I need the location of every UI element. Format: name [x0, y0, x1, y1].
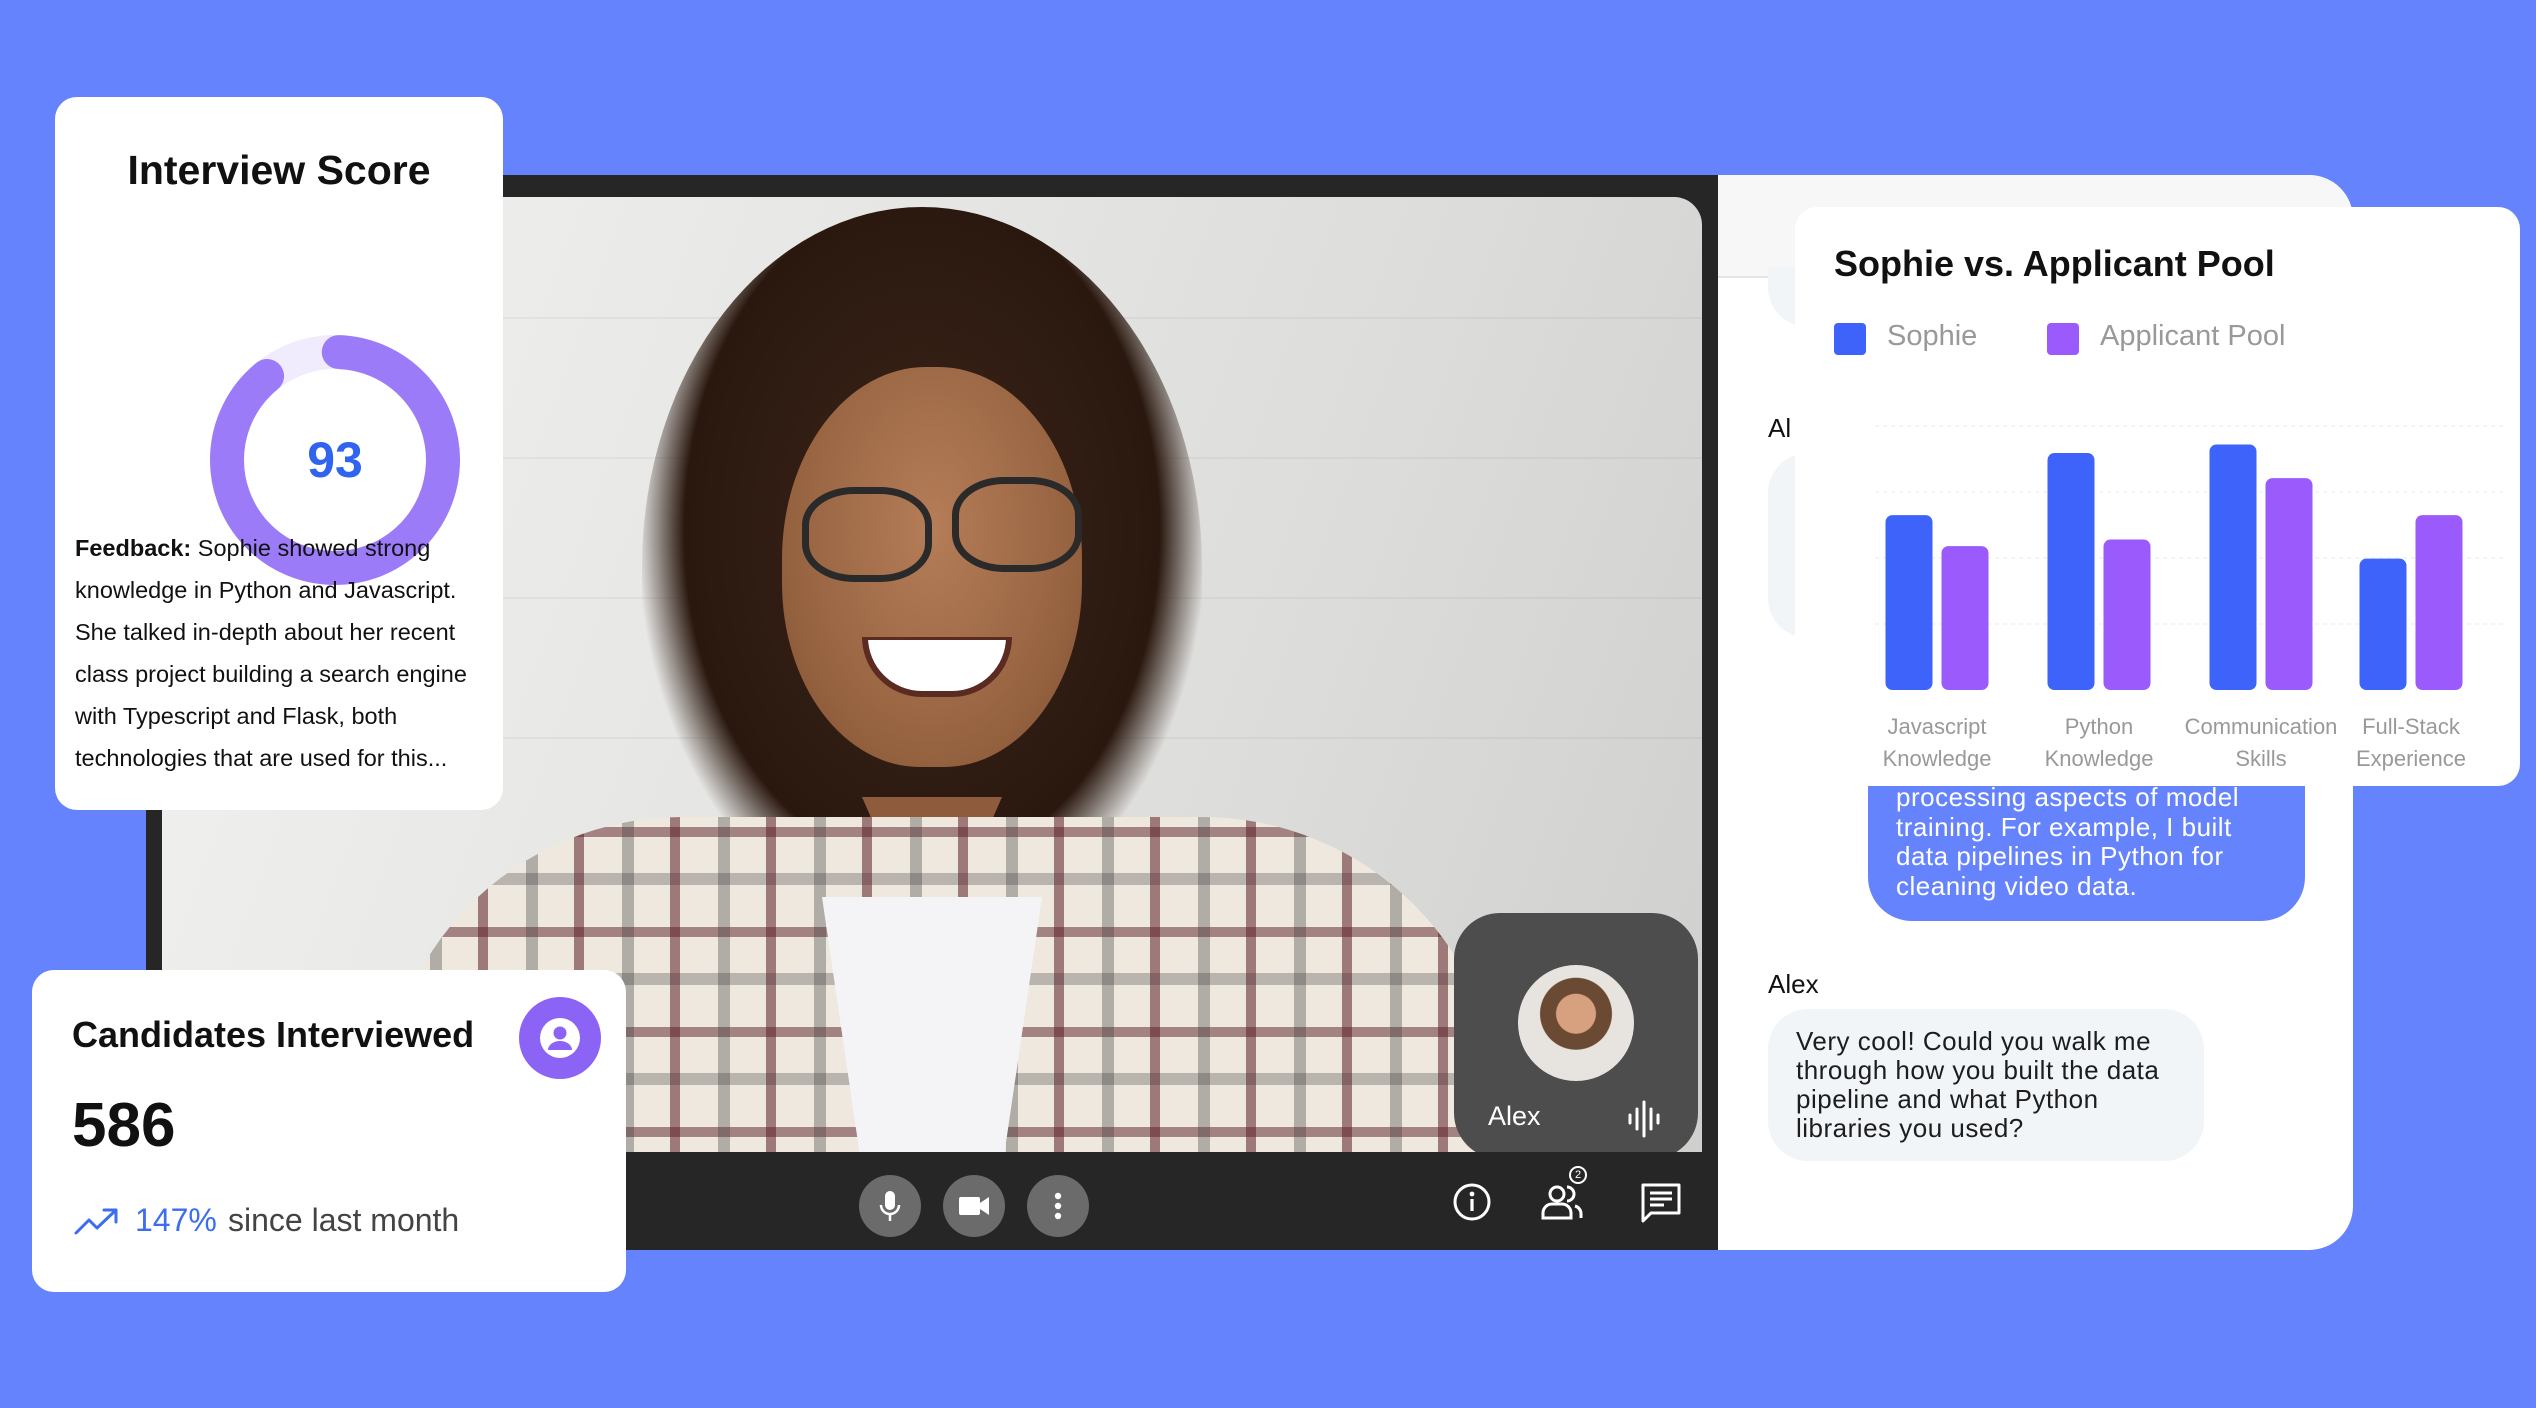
message-line: libraries you used? [1796, 1113, 2024, 1143]
category-label: Javascript [1887, 714, 1986, 739]
category-label: Knowledge [2045, 746, 2154, 771]
interview-score-card: Interview Score 93 Feedback: Sophie show… [55, 97, 503, 810]
glasses-left-lens [802, 487, 932, 582]
message-line: processing aspects of model [1896, 782, 2240, 812]
category-label: Communication [2185, 714, 2338, 739]
category-label: Python [2065, 714, 2134, 739]
message-line: Very cool! Could you walk me [1796, 1026, 2152, 1056]
message-line: through how you built the data [1796, 1055, 2160, 1085]
bar-sophie-0 [1885, 515, 1933, 690]
category-label: Full-Stack [2362, 714, 2461, 739]
video-camera-icon [959, 1197, 989, 1215]
bar-applicant-pool-3 [2415, 515, 2463, 690]
category-label: Knowledge [1883, 746, 1992, 771]
interviewer-name: Alex [1768, 969, 1819, 999]
user-circle-icon [519, 997, 601, 1079]
message-line: training. For example, I built [1896, 811, 2232, 842]
score-card-title: Interview Score [127, 147, 431, 193]
participants-count-badge: 2 [1569, 1166, 1587, 1184]
self-view-tile[interactable]: Alex [1454, 913, 1698, 1152]
bar-applicant-pool-2 [2265, 478, 2313, 690]
candidates-title: Candidates Interviewed [72, 1014, 475, 1055]
audio-wave-icon [1628, 1100, 1660, 1138]
change-label: since last month [228, 1202, 460, 1238]
bar-applicant-pool-0 [1941, 546, 1989, 690]
camera-button[interactable] [943, 1175, 1005, 1237]
change-percent: 147% [135, 1202, 217, 1238]
category-label: Experience [2356, 746, 2466, 771]
candidate-undershirt [822, 897, 1042, 1152]
interviewer-message-bubble: Very cool! Could you walk me through how… [1768, 1009, 2204, 1161]
bar-applicant-pool-1 [2103, 539, 2151, 690]
candidates-count: 586 [72, 1091, 176, 1160]
speaker-name: Al [1768, 413, 1792, 443]
feedback-body: Sophie showed strong knowledge in Python… [75, 535, 467, 771]
info-icon[interactable] [1452, 1182, 1492, 1222]
comparison-chart-card: Sophie vs. Applicant Pool Sophie Applica… [1795, 207, 2520, 786]
mute-button[interactable] [859, 1175, 921, 1237]
people-icon[interactable] [1540, 1182, 1586, 1222]
bar-sophie-3 [2359, 558, 2407, 690]
chat-icon[interactable] [1640, 1182, 1682, 1224]
category-label: Skills [2235, 746, 2286, 771]
bar-sophie-2 [2209, 444, 2257, 690]
more-options-button[interactable] [1027, 1175, 1089, 1237]
bar-chart: Javascript Knowledge Python Knowledge Commun… [1875, 425, 2505, 771]
glasses-right-lens [952, 477, 1082, 572]
message-line: data pipelines in Python for [1896, 841, 2224, 871]
message-line: pipeline and what Python [1796, 1084, 2099, 1114]
self-view-name: Alex [1488, 1101, 1541, 1131]
trending-up-icon [74, 1208, 118, 1235]
message-line: cleaning video data. [1896, 870, 2138, 901]
bar-sophie-1 [2047, 453, 2095, 690]
more-vertical-icon [1054, 1192, 1062, 1220]
microphone-icon [879, 1191, 901, 1221]
feedback-text: Feedback: Sophie showed strong knowledge… [75, 527, 495, 779]
candidates-interviewed-card: Candidates Interviewed 586 147% since la… [32, 970, 626, 1292]
self-view-avatar [1518, 965, 1634, 1081]
feedback-label: Feedback: [75, 535, 192, 561]
